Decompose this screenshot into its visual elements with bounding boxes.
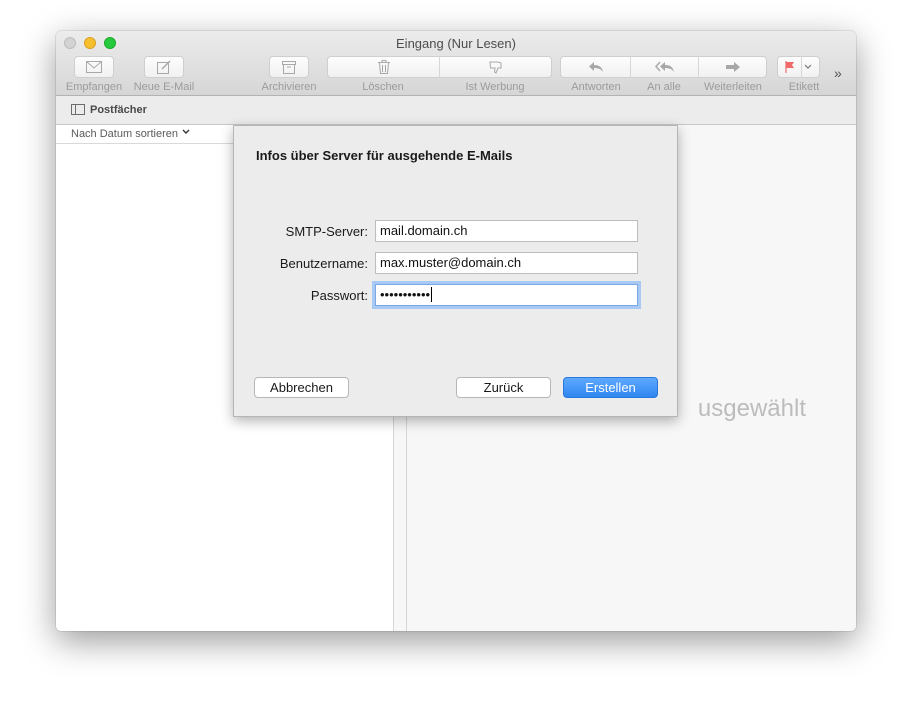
delete-label: Löschen bbox=[362, 81, 404, 93]
cancel-button[interactable]: Abbrechen bbox=[254, 377, 349, 398]
username-input[interactable]: max.muster@domain.ch bbox=[375, 252, 638, 274]
username-label: Benutzername: bbox=[279, 256, 368, 271]
favorites-bar: Postfächer bbox=[56, 96, 856, 125]
new-mail-label: Neue E-Mail bbox=[133, 81, 195, 93]
forward-arrow-icon bbox=[725, 62, 740, 72]
dialog-title: Infos über Server für ausgehende E-Mails bbox=[256, 148, 513, 163]
flag-icon bbox=[785, 61, 794, 73]
back-button[interactable]: Zurück bbox=[456, 377, 551, 398]
new-mail-button[interactable] bbox=[144, 56, 184, 78]
reply-label: Antworten bbox=[571, 81, 621, 93]
archive-box-icon bbox=[282, 60, 296, 74]
outgoing-server-dialog: Infos über Server für ausgehende E-Mails… bbox=[233, 125, 678, 417]
reply-arrow-icon bbox=[588, 62, 603, 72]
chevron-down-icon bbox=[804, 64, 812, 69]
text-caret bbox=[431, 287, 433, 302]
no-message-text: usgewählt bbox=[697, 395, 806, 422]
compose-icon bbox=[157, 60, 171, 74]
trash-icon bbox=[377, 60, 390, 74]
sidebar-toggle-icon[interactable] bbox=[71, 104, 85, 115]
reply-button[interactable] bbox=[561, 56, 630, 78]
segment-divider bbox=[801, 56, 802, 78]
get-mail-label: Empfangen bbox=[65, 81, 123, 93]
reply-all-arrows-icon bbox=[654, 61, 674, 72]
archive-button[interactable] bbox=[269, 56, 309, 78]
get-mail-button[interactable] bbox=[74, 56, 114, 78]
create-button[interactable]: Erstellen bbox=[563, 377, 658, 398]
junk-label: Ist Werbung bbox=[465, 81, 525, 93]
delete-button[interactable] bbox=[328, 56, 439, 78]
reply-all-label: An alle bbox=[647, 81, 681, 93]
flag-label: Etikett bbox=[788, 81, 820, 93]
forward-label: Weiterleiten bbox=[704, 81, 762, 93]
thumbs-down-icon bbox=[488, 61, 501, 74]
password-input[interactable]: ••••••••••• bbox=[375, 284, 638, 306]
archive-label: Archivieren bbox=[261, 81, 317, 93]
reply-all-button[interactable] bbox=[631, 56, 698, 78]
sort-menu[interactable]: Nach Datum sortieren bbox=[71, 128, 178, 140]
password-label: Passwort: bbox=[310, 288, 368, 303]
password-value: ••••••••••• bbox=[380, 287, 431, 302]
toolbar-overflow-icon[interactable]: » bbox=[834, 65, 842, 81]
flag-button[interactable] bbox=[777, 56, 820, 78]
junk-button[interactable] bbox=[440, 56, 551, 78]
forward-button[interactable] bbox=[699, 56, 766, 78]
smtp-server-label: SMTP-Server: bbox=[285, 224, 368, 239]
window-title: Eingang (Nur Lesen) bbox=[396, 36, 516, 51]
envelope-icon bbox=[86, 61, 102, 73]
mailboxes-button[interactable]: Postfächer bbox=[90, 104, 147, 116]
smtp-server-input[interactable]: mail.domain.ch bbox=[375, 220, 638, 242]
mail-window: Eingang (Nur Lesen) Empfangen Neue E-Mai… bbox=[56, 31, 856, 631]
chevron-down-icon[interactable] bbox=[182, 129, 190, 135]
toolbar: Eingang (Nur Lesen) Empfangen Neue E-Mai… bbox=[56, 31, 856, 96]
